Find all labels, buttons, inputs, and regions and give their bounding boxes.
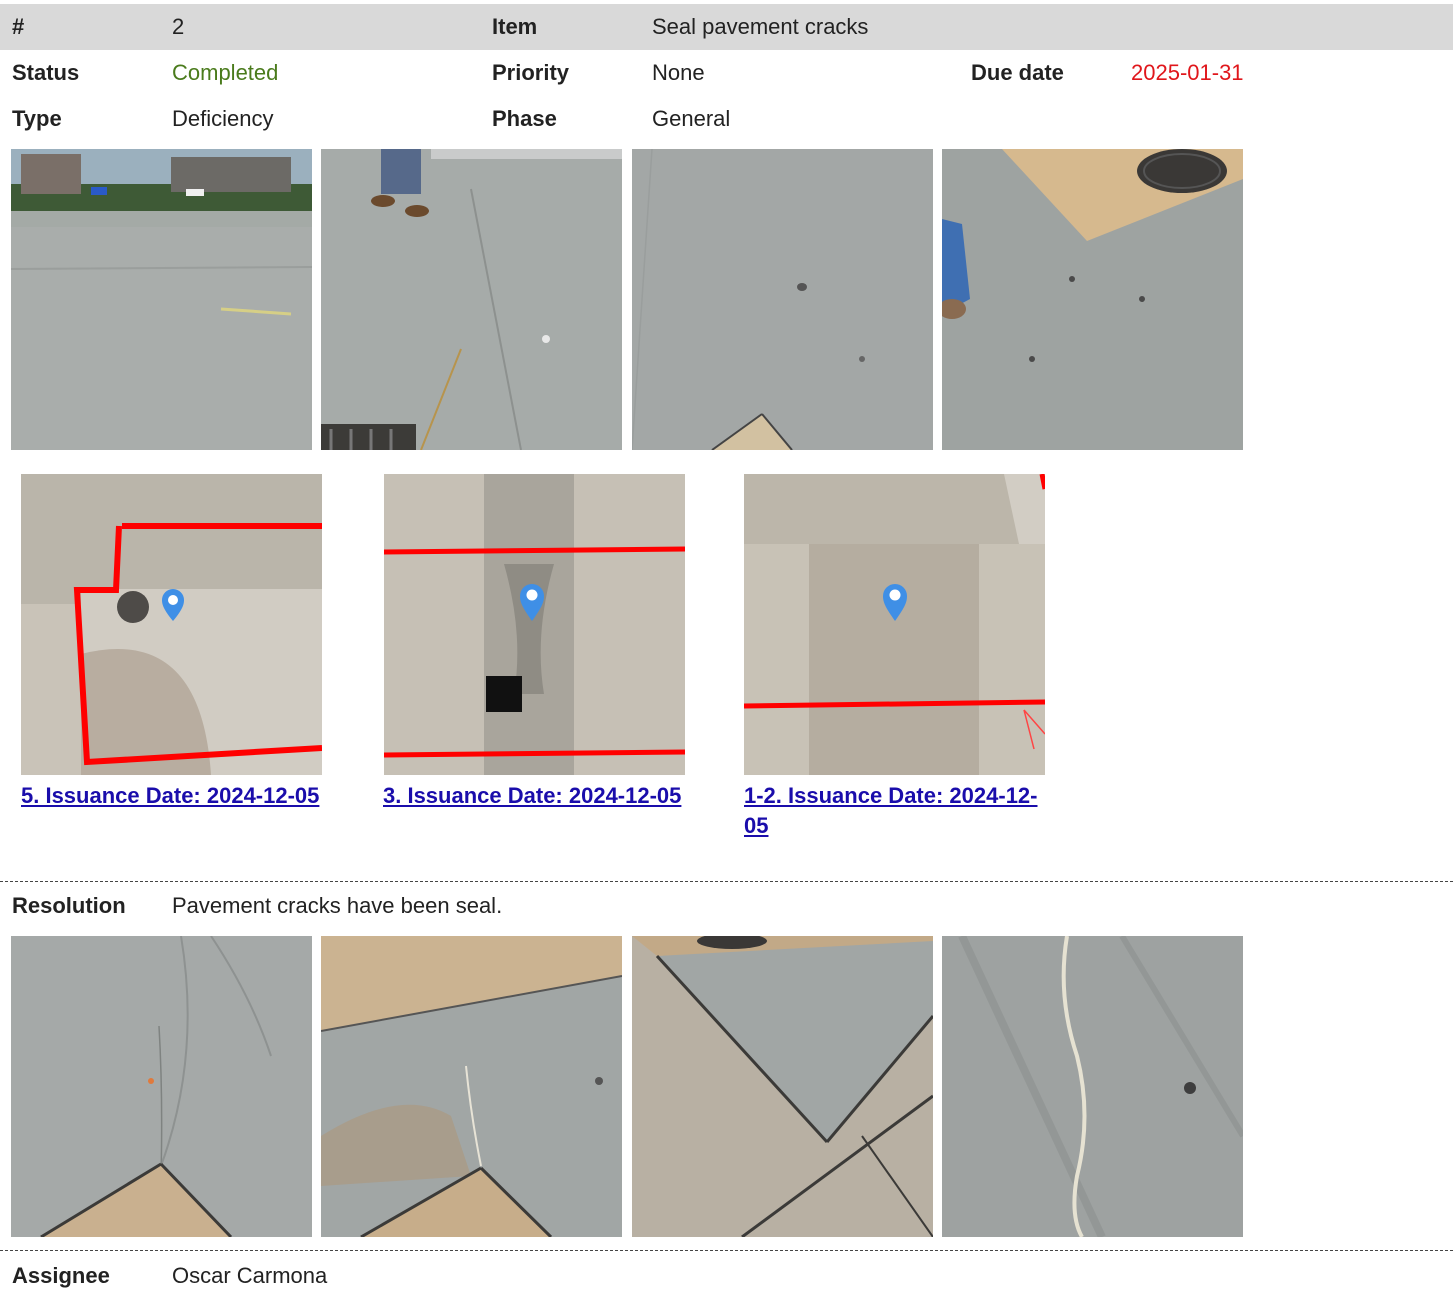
issue-photo[interactable]: [942, 149, 1243, 450]
map-caption-text[interactable]: 5. Issuance Date: 2024-12-05: [21, 781, 361, 811]
map-caption-link[interactable]: 3. Issuance Date: 2024-12-05: [383, 781, 723, 811]
resolution-value: Pavement cracks have been seal.: [172, 893, 503, 918]
due-date-label: Due date: [971, 60, 1064, 85]
resolution-photo[interactable]: [632, 936, 933, 1237]
section-divider: [0, 1250, 1453, 1251]
map-caption-text-continued[interactable]: 05: [744, 811, 1064, 841]
section-divider: [0, 881, 1453, 882]
resolution-photo[interactable]: [321, 936, 622, 1237]
item-value: Seal pavement cracks: [652, 14, 869, 39]
map-caption-text[interactable]: 3. Issuance Date: 2024-12-05: [383, 781, 723, 811]
map-thumbnail[interactable]: [384, 474, 685, 775]
item-label: Item: [492, 14, 538, 39]
map-thumbnail[interactable]: [21, 474, 322, 775]
resolution-label: Resolution: [12, 893, 126, 918]
number-value: 2: [172, 14, 185, 39]
map-thumbnail[interactable]: [744, 474, 1045, 775]
issue-photo[interactable]: [11, 149, 312, 450]
priority-label: Priority: [492, 60, 570, 85]
due-date-value: 2025-01-31: [1131, 60, 1244, 85]
resolution-photo[interactable]: [942, 936, 1243, 1237]
map-caption-link[interactable]: 1-2. Issuance Date: 2024-12- 05: [744, 781, 1064, 841]
number-label: #: [12, 14, 25, 39]
phase-label: Phase: [492, 106, 557, 131]
status-label: Status: [12, 60, 80, 85]
map-caption-text[interactable]: 1-2. Issuance Date: 2024-12-: [744, 781, 1064, 811]
issue-photo[interactable]: [321, 149, 622, 450]
assignee-label: Assignee: [12, 1263, 110, 1288]
type-label: Type: [12, 106, 62, 131]
status-value: Completed: [172, 60, 279, 85]
map-caption-link[interactable]: 5. Issuance Date: 2024-12-05: [21, 781, 361, 811]
phase-value: General: [652, 106, 731, 131]
assignee-value: Oscar Carmona: [172, 1263, 328, 1288]
priority-value: None: [652, 60, 705, 85]
resolution-photo[interactable]: [11, 936, 312, 1237]
issue-photo[interactable]: [632, 149, 933, 450]
type-value: Deficiency: [172, 106, 274, 131]
